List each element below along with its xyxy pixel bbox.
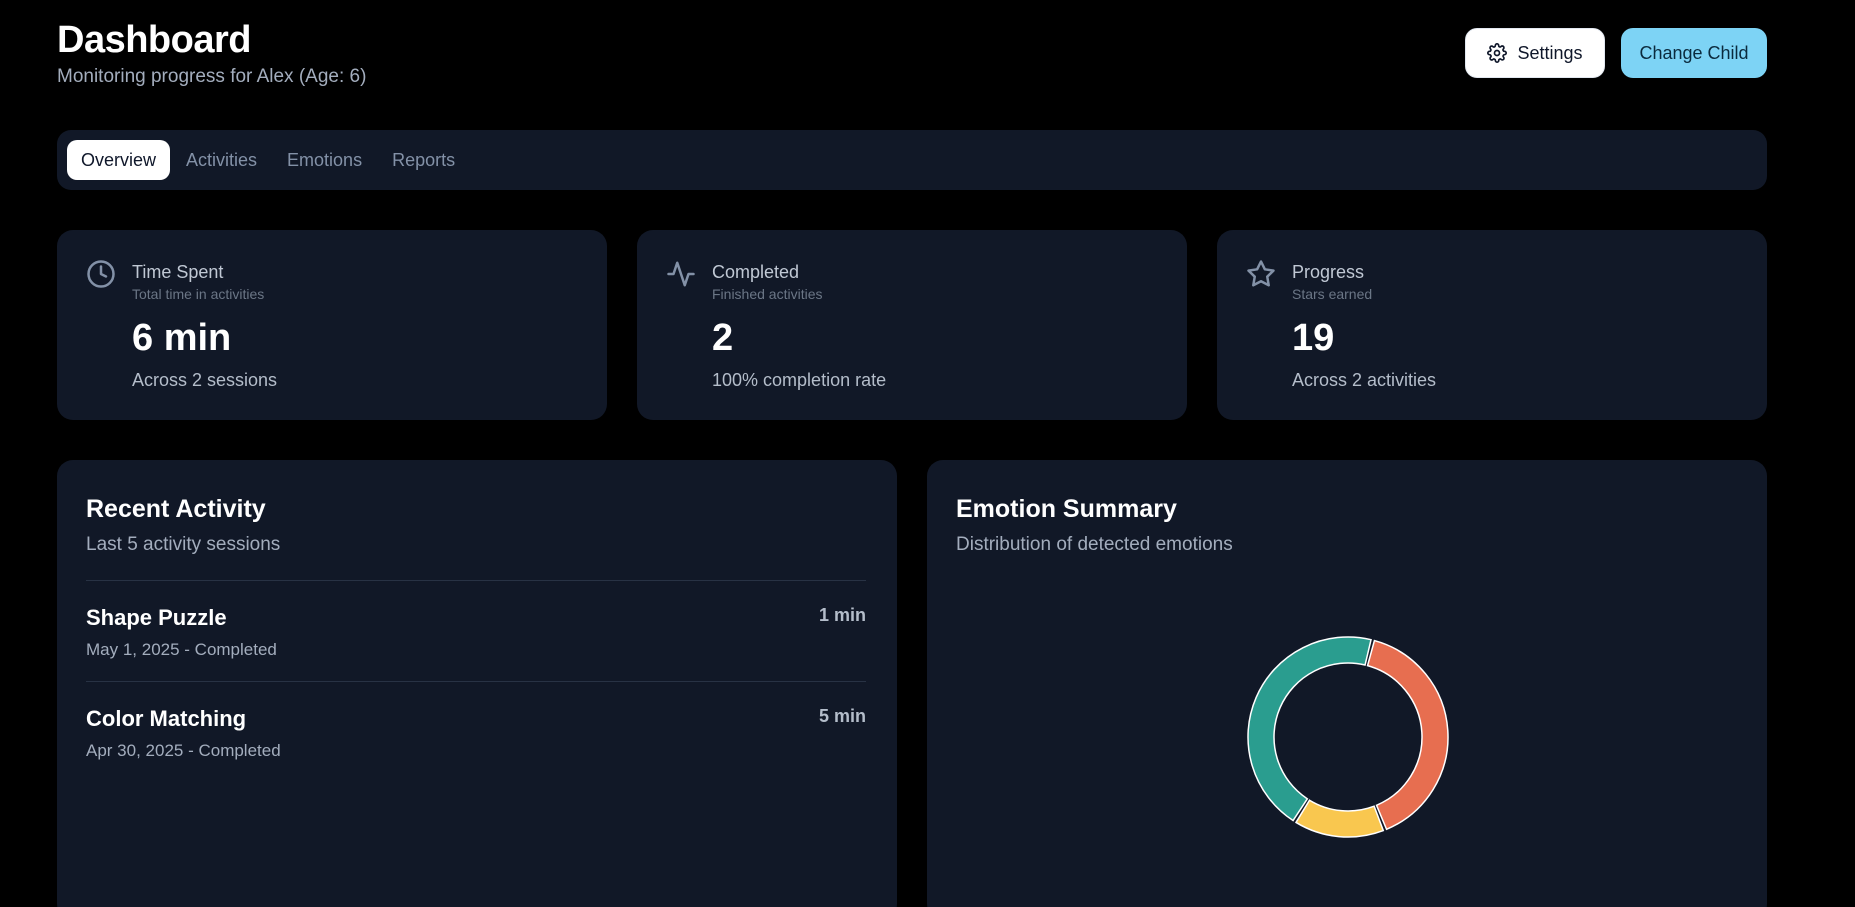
gear-icon — [1487, 43, 1508, 63]
recent-activity-panel: Recent Activity Last 5 activity sessions… — [57, 460, 897, 907]
list-item[interactable]: Color Matching Apr 30, 2025 - Completed … — [86, 681, 866, 782]
stat-card-time-spent: Time Spent Total time in activities 6 mi… — [57, 230, 607, 420]
activity-meta: Apr 30, 2025 - Completed — [86, 741, 281, 760]
panel-subtitle: Last 5 activity sessions — [86, 534, 281, 555]
activity-meta: May 1, 2025 - Completed — [86, 640, 277, 659]
stat-note: Across 2 activities — [1292, 370, 1437, 390]
header-actions: Settings Change Child — [1465, 28, 1767, 78]
donut-svg — [1247, 636, 1449, 838]
panel-title: Emotion Summary — [956, 495, 1177, 523]
page-title: Dashboard — [57, 19, 251, 61]
settings-button-label: Settings — [1517, 42, 1583, 63]
stat-sublabel: Total time in activities — [132, 286, 265, 302]
stat-text: Time Spent Total time in activities 6 mi… — [132, 262, 277, 391]
tab-overview[interactable]: Overview — [67, 140, 171, 180]
activity-list: Shape Puzzle May 1, 2025 - Completed 1 m… — [86, 580, 866, 782]
stat-sublabel: Stars earned — [1292, 286, 1373, 302]
stat-value: 19 — [1292, 317, 1335, 359]
stat-label: Progress — [1292, 262, 1365, 282]
stat-text: Progress Stars earned 19 Across 2 activi… — [1292, 262, 1436, 391]
activity-duration: 5 min — [818, 706, 866, 726]
list-item[interactable]: Shape Puzzle May 1, 2025 - Completed 1 m… — [86, 580, 866, 681]
donut-slice — [1366, 639, 1449, 831]
clock-icon — [86, 259, 116, 289]
activity-name: Color Matching — [86, 706, 247, 731]
emotion-donut-chart — [1246, 635, 1450, 839]
stat-value: 2 — [712, 317, 734, 359]
page-header: Dashboard Monitoring progress for Alex (… — [57, 18, 366, 88]
tab-bar: Overview Activities Emotions Reports — [57, 130, 1767, 190]
panel-subtitle: Distribution of detected emotions — [956, 534, 1233, 555]
donut-slice — [1247, 636, 1372, 822]
change-child-button[interactable]: Change Child — [1621, 28, 1767, 78]
donut-slice — [1294, 799, 1385, 838]
page-subtitle: Monitoring progress for Alex (Age: 6) — [57, 66, 367, 87]
settings-button[interactable]: Settings — [1465, 28, 1605, 78]
stat-label: Time Spent — [132, 262, 224, 282]
tab-activities[interactable]: Activities — [172, 140, 271, 180]
stat-card-completed: Completed Finished activities 2 100% com… — [637, 230, 1187, 420]
emotion-summary-panel: Emotion Summary Distribution of detected… — [927, 460, 1767, 907]
stat-label: Completed — [712, 262, 800, 282]
tab-emotions[interactable]: Emotions — [273, 140, 376, 180]
stat-note: 100% completion rate — [712, 370, 887, 390]
tab-reports[interactable]: Reports — [378, 140, 469, 180]
activity-icon — [666, 259, 696, 289]
stat-sublabel: Finished activities — [712, 286, 823, 302]
dashboard-page: Dashboard Monitoring progress for Alex (… — [0, 0, 1855, 907]
activity-name: Shape Puzzle — [86, 605, 227, 630]
stat-value: 6 min — [132, 317, 232, 359]
panel-title: Recent Activity — [86, 495, 266, 523]
star-icon — [1246, 259, 1276, 289]
stat-note: Across 2 sessions — [132, 370, 278, 390]
activity-duration: 1 min — [818, 605, 866, 625]
stat-card-progress: Progress Stars earned 19 Across 2 activi… — [1217, 230, 1767, 420]
stat-text: Completed Finished activities 2 100% com… — [712, 262, 886, 391]
